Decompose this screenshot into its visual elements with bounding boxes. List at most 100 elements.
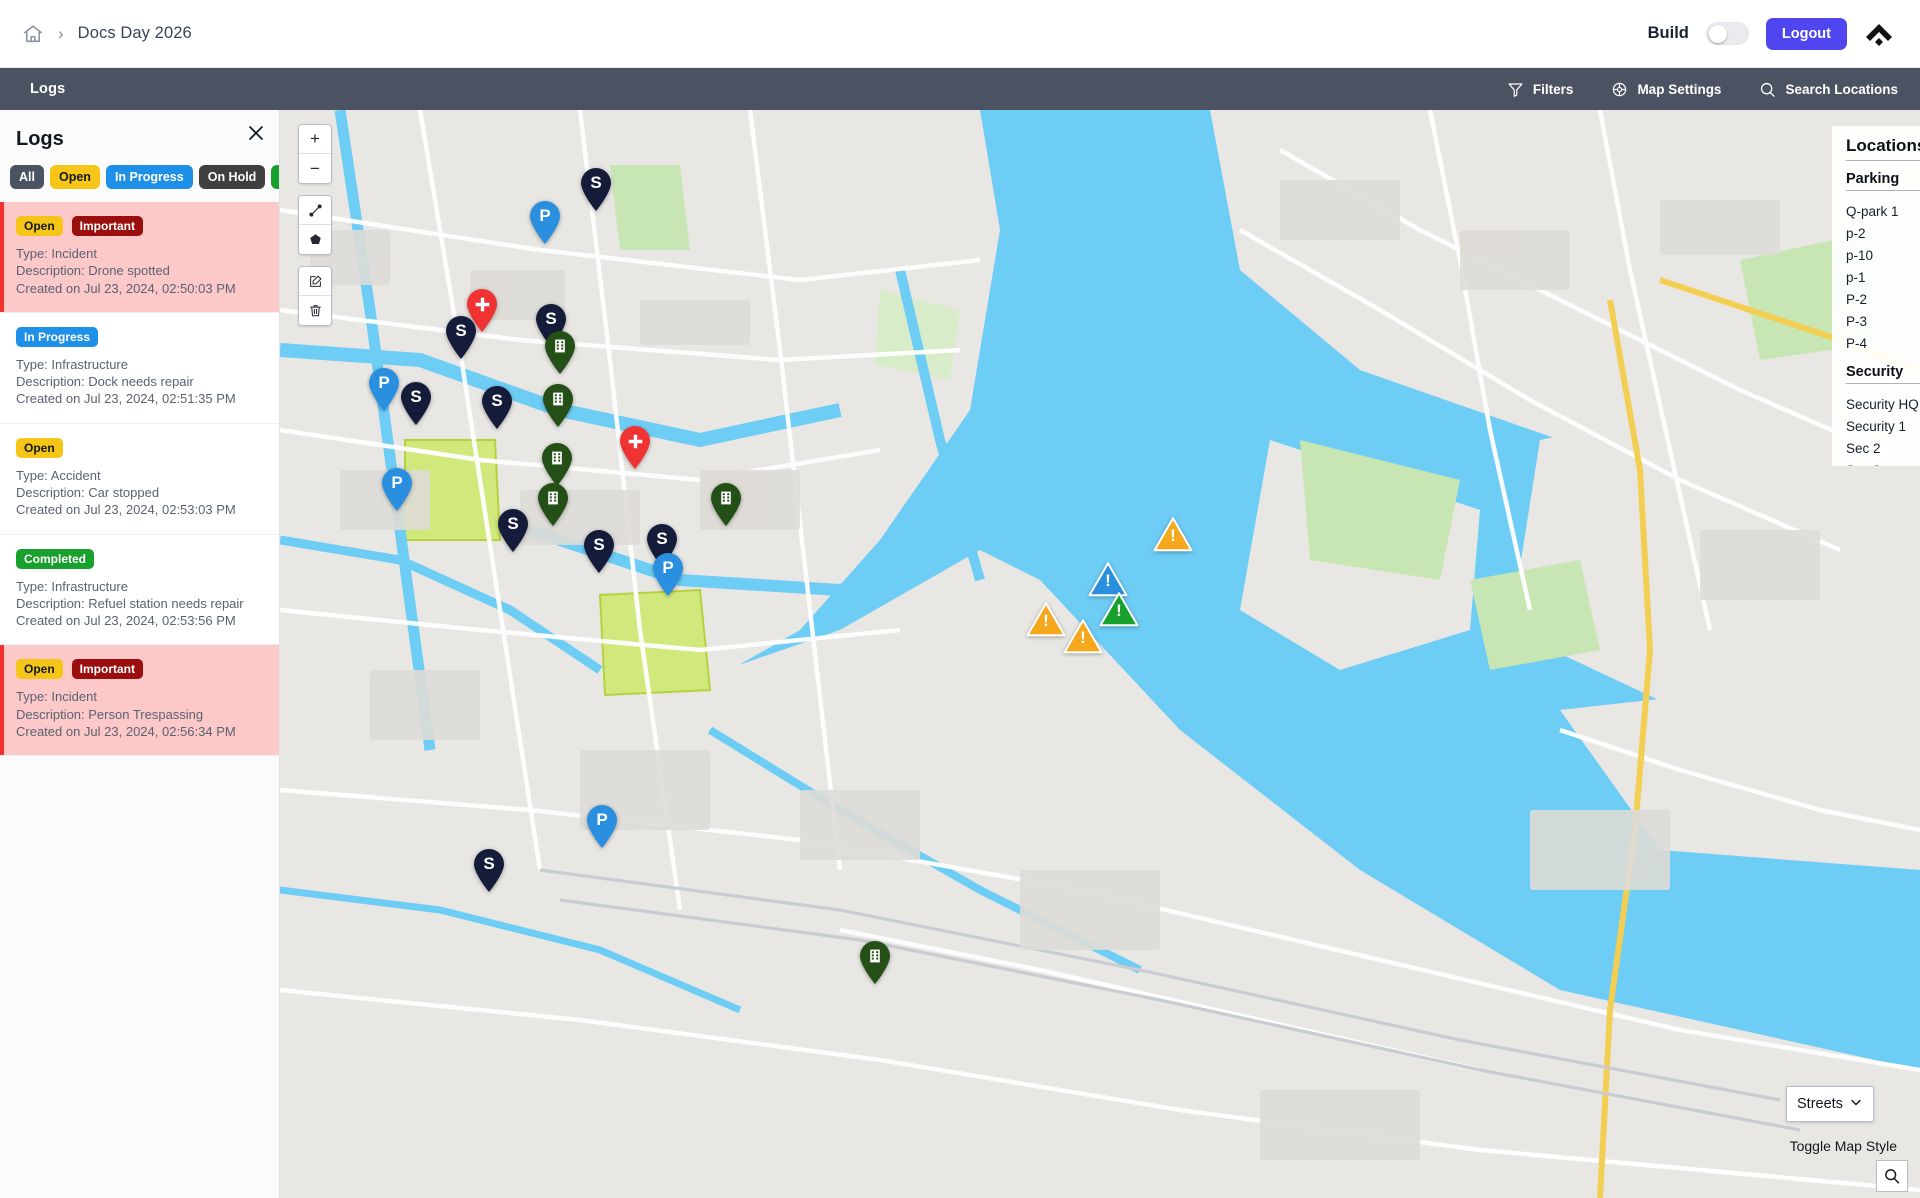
log-description: Description: Dock needs repair	[16, 374, 194, 390]
location-list-item[interactable]: p-2	[1846, 222, 1920, 244]
locations-group-heading: Security	[1846, 364, 1904, 380]
delete-button[interactable]	[299, 296, 331, 325]
map-marker-building[interactable]	[858, 940, 892, 985]
map-marker-warning[interactable]: !	[1063, 618, 1103, 654]
top-bar: › Docs Day 2026 Build Logout	[0, 0, 1920, 68]
map-marker-glyph: S	[593, 535, 605, 554]
map-marker-glyph: S	[410, 387, 422, 406]
map-marker-glyph: S	[455, 321, 467, 340]
location-list-item[interactable]: P-4	[1846, 332, 1920, 354]
map-marker-security[interactable]: S	[496, 508, 530, 553]
log-type: Type: Infrastructure	[16, 578, 128, 594]
draw-line-button[interactable]	[299, 196, 331, 225]
filters-button[interactable]: Filters	[1507, 81, 1574, 98]
search-locations-button[interactable]: Search Locations	[1759, 81, 1898, 98]
log-item[interactable]: Open Important Type: Incident Description: …	[0, 645, 279, 757]
locations-divider	[1846, 160, 1920, 161]
map-settings-button[interactable]: Map Settings	[1611, 81, 1721, 98]
location-list-item[interactable]: p-1	[1846, 266, 1920, 288]
logs-filter-completed[interactable]: Completed	[271, 165, 279, 189]
map-marker-glyph	[536, 488, 570, 511]
map-style-caption: Toggle Map Style	[1789, 1138, 1897, 1154]
map-marker-warning[interactable]: !	[1153, 516, 1193, 552]
map-marker-ok[interactable]: !	[1099, 591, 1139, 627]
status-badge: Completed	[16, 548, 95, 569]
map-marker-security[interactable]: S	[399, 381, 433, 426]
brand-logo-icon[interactable]	[1864, 19, 1894, 49]
close-icon[interactable]	[245, 122, 267, 144]
draw-controls	[298, 195, 332, 255]
map-marker-parking[interactable]: P	[651, 552, 685, 597]
location-list-item[interactable]: Security 1	[1846, 415, 1920, 437]
log-type: Type: Incident	[16, 246, 97, 261]
status-badge: Important	[71, 659, 144, 680]
map-marker-building[interactable]	[709, 482, 743, 527]
location-list-item[interactable]: P-2	[1846, 288, 1920, 310]
map-marker-security[interactable]: S	[579, 167, 613, 212]
breadcrumb-separator-icon: ›	[58, 24, 64, 43]
nav-actions: Filters Map Settings Search Locations	[1507, 81, 1898, 98]
logout-button[interactable]: Logout	[1765, 17, 1847, 50]
edit-button[interactable]	[299, 267, 331, 296]
zoom-controls: + −	[298, 124, 332, 184]
map-marker-security[interactable]: S	[480, 385, 514, 430]
map-marker-building[interactable]	[541, 383, 575, 428]
map-marker-glyph: S	[483, 854, 495, 873]
map-controls: + −	[298, 124, 332, 337]
map-marker-parking[interactable]: P	[367, 367, 401, 412]
log-badges: Open	[16, 437, 263, 458]
location-list-item[interactable]: Sec 3	[1846, 459, 1920, 467]
log-badges: Open Important	[16, 216, 263, 236]
locations-groups: Parking Q-park 1 p-2 p-10 p-1 P-2 P-3 P-4 Securi…	[1846, 171, 1920, 466]
filters-label: Filters	[1532, 81, 1574, 97]
locations-panel[interactable]: Locations Parking Q-park 1 p-2 p-10 p-1 P-2 P-…	[1832, 126, 1920, 466]
log-item[interactable]: Completed Type: Infrastructure Description…	[0, 534, 279, 646]
log-badges: Completed	[16, 548, 263, 569]
map-marker-security[interactable]: S	[472, 848, 506, 893]
map-marker-building[interactable]	[540, 442, 574, 487]
home-icon[interactable]	[22, 23, 44, 45]
location-list-item[interactable]: Sec 2	[1846, 437, 1920, 459]
map-marker-parking[interactable]: P	[528, 200, 562, 245]
zoom-in-button[interactable]: +	[299, 125, 331, 154]
map-container[interactable]: + − S P S S P S S P S S S P P S ! ! ! ! …	[280, 110, 1920, 1198]
logs-filter-all[interactable]: All	[10, 165, 44, 189]
map-marker-security[interactable]: S	[582, 529, 616, 574]
map-style-select[interactable]: Streets	[1786, 1086, 1874, 1122]
breadcrumb: › Docs Day 2026	[22, 23, 192, 45]
status-badge: Open	[16, 659, 63, 680]
log-type: Type: Infrastructure	[16, 356, 128, 372]
map-marker-building[interactable]	[536, 482, 570, 527]
map-marker-glyph: P	[378, 373, 390, 392]
zoom-out-button[interactable]: −	[299, 154, 331, 183]
map-search-button[interactable]	[1876, 1160, 1908, 1192]
map-marker-security[interactable]: S	[444, 315, 478, 360]
filter-icon	[1507, 81, 1524, 98]
map-marker-glyph	[858, 946, 892, 969]
build-toggle[interactable]	[1705, 22, 1749, 45]
map-style-value: Streets	[1797, 1096, 1843, 1112]
map-marker-building[interactable]	[543, 330, 577, 375]
logs-filter-in-progress[interactable]: In Progress	[105, 165, 193, 189]
log-item[interactable]: In Progress Type: Infrastructure Descripti…	[0, 312, 279, 424]
log-item[interactable]: Open Important Type: Incident Description: …	[0, 202, 279, 313]
logs-list: Open Important Type: Incident Description: …	[0, 202, 279, 757]
breadcrumb-current-page[interactable]: Docs Day 2026	[78, 24, 192, 43]
logs-filter-open[interactable]: Open	[49, 165, 100, 189]
location-list-item[interactable]: Q-park 1	[1846, 200, 1920, 222]
logs-filter-on-hold[interactable]: On Hold	[198, 165, 266, 189]
location-list-item[interactable]: p-10	[1846, 244, 1920, 266]
map-marker-medical[interactable]	[618, 425, 652, 470]
map-marker-glyph	[543, 336, 577, 359]
map-marker-parking[interactable]: P	[585, 804, 619, 849]
nav-title: Logs	[30, 81, 66, 97]
location-list-item[interactable]: P-3	[1846, 310, 1920, 332]
map-marker-warning[interactable]: !	[1026, 601, 1066, 637]
chevron-down-icon	[1849, 1095, 1863, 1113]
draw-polygon-button[interactable]	[299, 225, 331, 254]
search-icon	[1759, 81, 1776, 98]
map-marker-glyph: !	[1116, 601, 1122, 621]
location-list-item[interactable]: Security HQ	[1846, 393, 1920, 415]
log-item[interactable]: Open Type: Accident Description: Car stopp…	[0, 423, 279, 535]
map-marker-parking[interactable]: P	[380, 467, 414, 512]
